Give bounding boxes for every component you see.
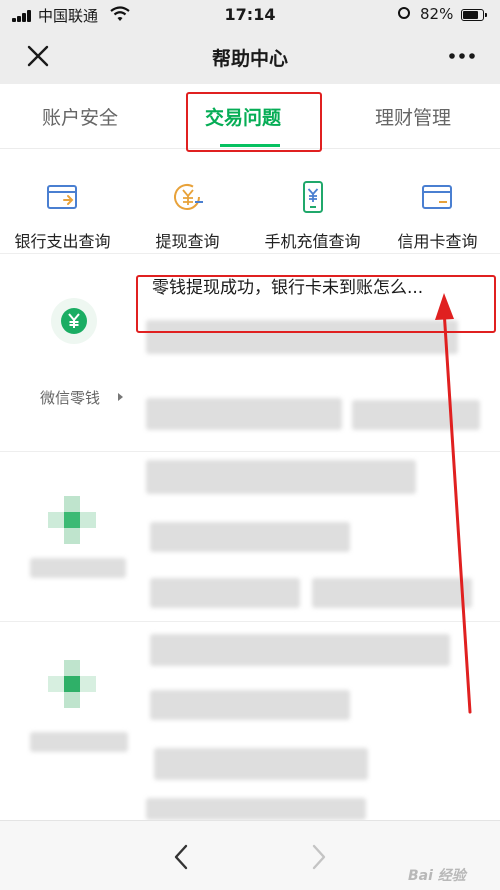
annotation-arrow [435,293,472,714]
